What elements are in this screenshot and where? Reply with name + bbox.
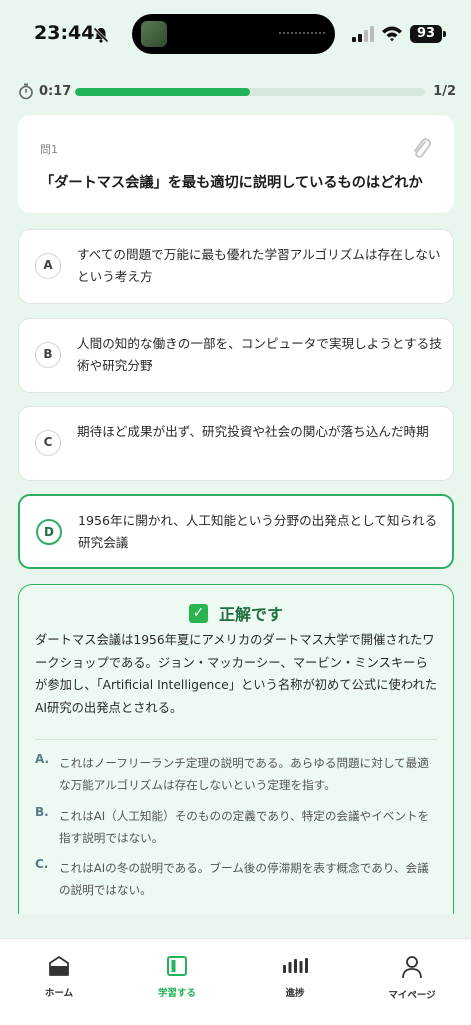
tab-home[interactable]: ホーム — [0, 955, 118, 999]
paperclip-icon[interactable] — [410, 135, 432, 165]
option-b[interactable]: B 人間の知的な働きの一部を、コンピュータで実現しようとする技術や研究分野 — [18, 318, 454, 393]
question-text: 「ダートマス会議」を最も適切に説明しているものはどれか — [40, 175, 423, 191]
tab-label: 学習する — [157, 988, 196, 999]
tab-progress[interactable]: 進捗 — [236, 955, 354, 999]
cellular-signal-icon — [352, 26, 374, 46]
now-playing-thumbnail — [141, 21, 167, 47]
check-mark-icon: ✓ — [188, 603, 208, 623]
alternative-text: これはAIの冬の説明である。ブーム後の停滞期を表す概念であり、会議の説明ではない… — [59, 861, 429, 897]
option-letter: B — [35, 342, 61, 368]
option-letter: A — [35, 253, 61, 279]
quiz-progress-row: 0:17 1/2 — [18, 82, 456, 102]
alternative-text: これはノーフリーランチ定理の説明である。あらゆる問題に対して最適な万能アルゴリズ… — [59, 756, 429, 792]
tab-mypage[interactable]: マイページ — [353, 955, 471, 1001]
battery-indicator: 93 — [410, 25, 442, 43]
home-icon — [49, 956, 69, 976]
battery-cap — [443, 31, 446, 37]
question-count: 1/2 — [433, 84, 456, 99]
wifi-icon — [381, 25, 403, 46]
option-c[interactable]: C 期待ほど成果が出ず、研究投資や社会の関心が落ち込んだ時期 — [18, 406, 454, 481]
dynamic-island — [132, 14, 335, 54]
option-text: 1956年に開かれ、人工知能という分野の出発点として知られる研究会議 — [78, 513, 438, 550]
tab-label: マイページ — [388, 990, 436, 1001]
tab-label: 進捗 — [285, 988, 305, 999]
option-text: 期待ほど成果が出ず、研究投資や社会の関心が落ち込んだ時期 — [77, 424, 429, 439]
stopwatch-icon — [18, 83, 34, 104]
chart-icon — [283, 958, 308, 973]
question-card: 問1 「ダートマス会議」を最も適切に説明しているものはどれか — [18, 115, 454, 213]
book-icon — [167, 956, 187, 976]
option-letter: C — [35, 430, 61, 456]
bell-muted-icon — [92, 26, 110, 48]
option-letter: D — [36, 519, 62, 545]
tab-study[interactable]: 学習する — [118, 955, 236, 999]
option-text: すべての問題で万能に最も優れた学習アルゴリズムは存在しないという考え方 — [77, 247, 441, 284]
result-header: ✓ 正解です — [19, 601, 453, 625]
island-indicator — [279, 32, 325, 38]
bottom-tab-bar: ホーム 学習する 進捗 マイページ — [0, 938, 471, 1025]
alternative-letter: C. — [35, 857, 49, 871]
tab-label: ホーム — [44, 988, 74, 999]
elapsed-time: 0:17 — [39, 84, 72, 99]
explanation-body: ダートマス会議は1956年夏にアメリカのダートマス大学で開催されたワークショップ… — [35, 633, 438, 715]
option-d-correct[interactable]: D 1956年に開かれ、人工知能という分野の出発点として知られる研究会議 — [18, 494, 454, 569]
alternative-letter: A. — [35, 752, 50, 766]
option-a[interactable]: A すべての問題で万能に最も優れた学習アルゴリズムは存在しないという考え方 — [18, 229, 454, 304]
alternative-text: これはAI（人工知能）そのものの定義であり、特定の会議やイベントを指す説明ではな… — [59, 809, 430, 845]
alternative-letter: B. — [35, 805, 49, 819]
progress-bar — [75, 88, 425, 96]
status-time: 23:44 — [34, 22, 95, 44]
status-bar: 23:44 93 — [0, 0, 471, 68]
explanation-card: ✓ 正解です ダートマス会議は1956年夏にアメリカのダートマス大学で開催された… — [18, 584, 454, 914]
person-icon — [402, 956, 422, 979]
question-number: 問1 — [40, 143, 58, 156]
result-text: 正解です — [219, 605, 284, 624]
divider — [35, 739, 437, 740]
progress-bar-fill — [75, 88, 250, 96]
option-text: 人間の知的な働きの一部を、コンピュータで実現しようとする技術や研究分野 — [77, 336, 442, 373]
